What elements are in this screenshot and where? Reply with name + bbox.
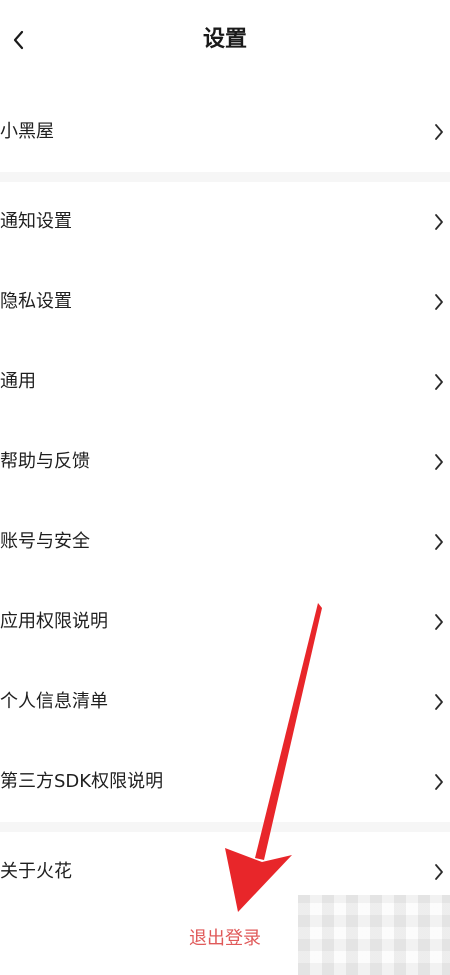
section-divider	[0, 822, 450, 832]
chevron-right-icon	[435, 374, 443, 390]
menu-item-privacy-settings[interactable]: 隐私设置	[0, 262, 450, 342]
menu-item-app-permissions[interactable]: 应用权限说明	[0, 582, 450, 662]
menu-item-label: 隐私设置	[0, 291, 72, 312]
menu-item-general[interactable]: 通用	[0, 342, 450, 422]
menu-item-label: 小黑屋	[0, 121, 54, 142]
page-title: 设置	[202, 27, 247, 52]
chevron-left-icon	[13, 30, 24, 50]
section-divider	[0, 172, 450, 182]
chevron-right-icon	[435, 454, 443, 470]
menu-item-label: 通用	[0, 371, 36, 392]
menu-item-label: 帮助与反馈	[0, 451, 90, 472]
chevron-right-icon	[435, 694, 443, 710]
chevron-right-icon	[435, 294, 443, 310]
chevron-right-icon	[435, 614, 443, 630]
menu-item-label: 个人信息清单	[0, 691, 108, 712]
back-button[interactable]	[0, 18, 36, 62]
menu-item-personal-info-list[interactable]: 个人信息清单	[0, 662, 450, 742]
chevron-right-icon	[435, 124, 443, 140]
menu-item-label: 账号与安全	[0, 531, 90, 552]
menu-item-account-security[interactable]: 账号与安全	[0, 502, 450, 582]
menu-item-label: 通知设置	[0, 211, 72, 232]
chevron-right-icon	[435, 534, 443, 550]
nav-bar: 设置	[0, 0, 450, 80]
chevron-right-icon	[435, 214, 443, 230]
menu-item-blacklist[interactable]: 小黑屋	[0, 92, 450, 172]
menu-item-label: 第三方SDK权限说明	[0, 771, 164, 792]
menu-item-notification-settings[interactable]: 通知设置	[0, 182, 450, 262]
chevron-right-icon	[435, 864, 443, 880]
menu-item-third-party-sdk[interactable]: 第三方SDK权限说明	[0, 742, 450, 822]
menu-item-help-feedback[interactable]: 帮助与反馈	[0, 422, 450, 502]
menu-item-label: 应用权限说明	[0, 611, 108, 632]
settings-page: 设置 小黑屋 通知设置 隐私设置 通用 帮助与反馈 账号与安全 应用权限说明 个…	[0, 0, 450, 975]
menu-item-label: 关于火花	[0, 861, 72, 882]
chevron-right-icon	[435, 774, 443, 790]
watermark-blur	[298, 895, 450, 975]
